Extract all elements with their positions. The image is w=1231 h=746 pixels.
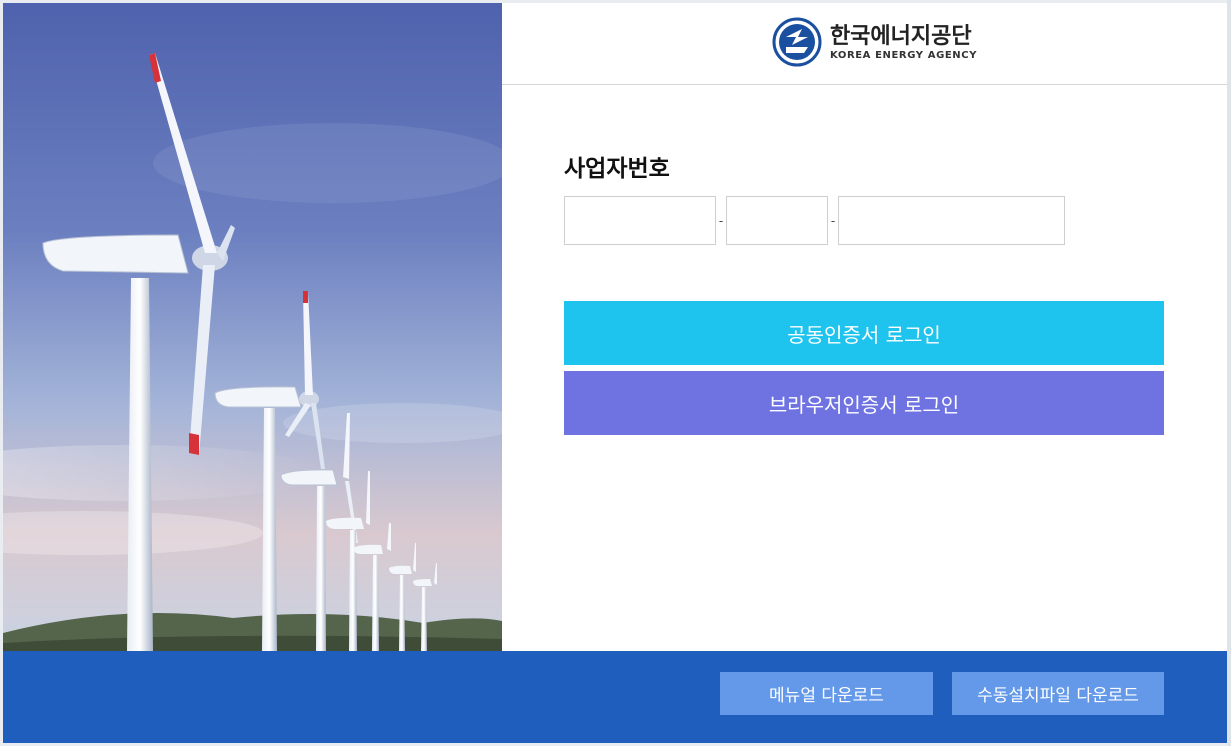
- logo-bar: 한국에너지공단 KOREA ENERGY AGENCY: [502, 3, 1227, 85]
- business-number-separator: -: [718, 213, 724, 228]
- business-number-separator: -: [830, 213, 836, 228]
- hero-image-wind-turbines: [3, 3, 502, 651]
- brand-logo: 한국에너지공단 KOREA ENERGY AGENCY: [772, 17, 977, 71]
- footer-bar: 메뉴얼 다운로드 수동설치파일 다운로드: [3, 651, 1227, 743]
- joint-certificate-login-button[interactable]: 공동인증서 로그인: [564, 301, 1164, 365]
- browser-certificate-login-button[interactable]: 브라우저인증서 로그인: [564, 371, 1164, 435]
- business-number-label: 사업자번호: [564, 156, 670, 182]
- manual-download-button[interactable]: 메뉴얼 다운로드: [720, 672, 933, 715]
- business-number-inputs: - -: [564, 196, 1065, 245]
- business-number-part1-input[interactable]: [564, 196, 716, 245]
- window-right-edge: [1227, 0, 1231, 746]
- business-number-part2-input[interactable]: [726, 196, 828, 245]
- brand-name-en: KOREA ENERGY AGENCY: [829, 50, 978, 61]
- manual-install-download-button[interactable]: 수동설치파일 다운로드: [952, 672, 1164, 715]
- business-number-part3-input[interactable]: [838, 196, 1065, 245]
- login-panel: 한국에너지공단 KOREA ENERGY AGENCY 사업자번호 - - 공동…: [502, 3, 1227, 651]
- korea-energy-agency-emblem-icon: [772, 17, 822, 71]
- brand-name-ko: 한국에너지공단: [829, 24, 972, 49]
- login-window: 한국에너지공단 KOREA ENERGY AGENCY 사업자번호 - - 공동…: [3, 3, 1227, 743]
